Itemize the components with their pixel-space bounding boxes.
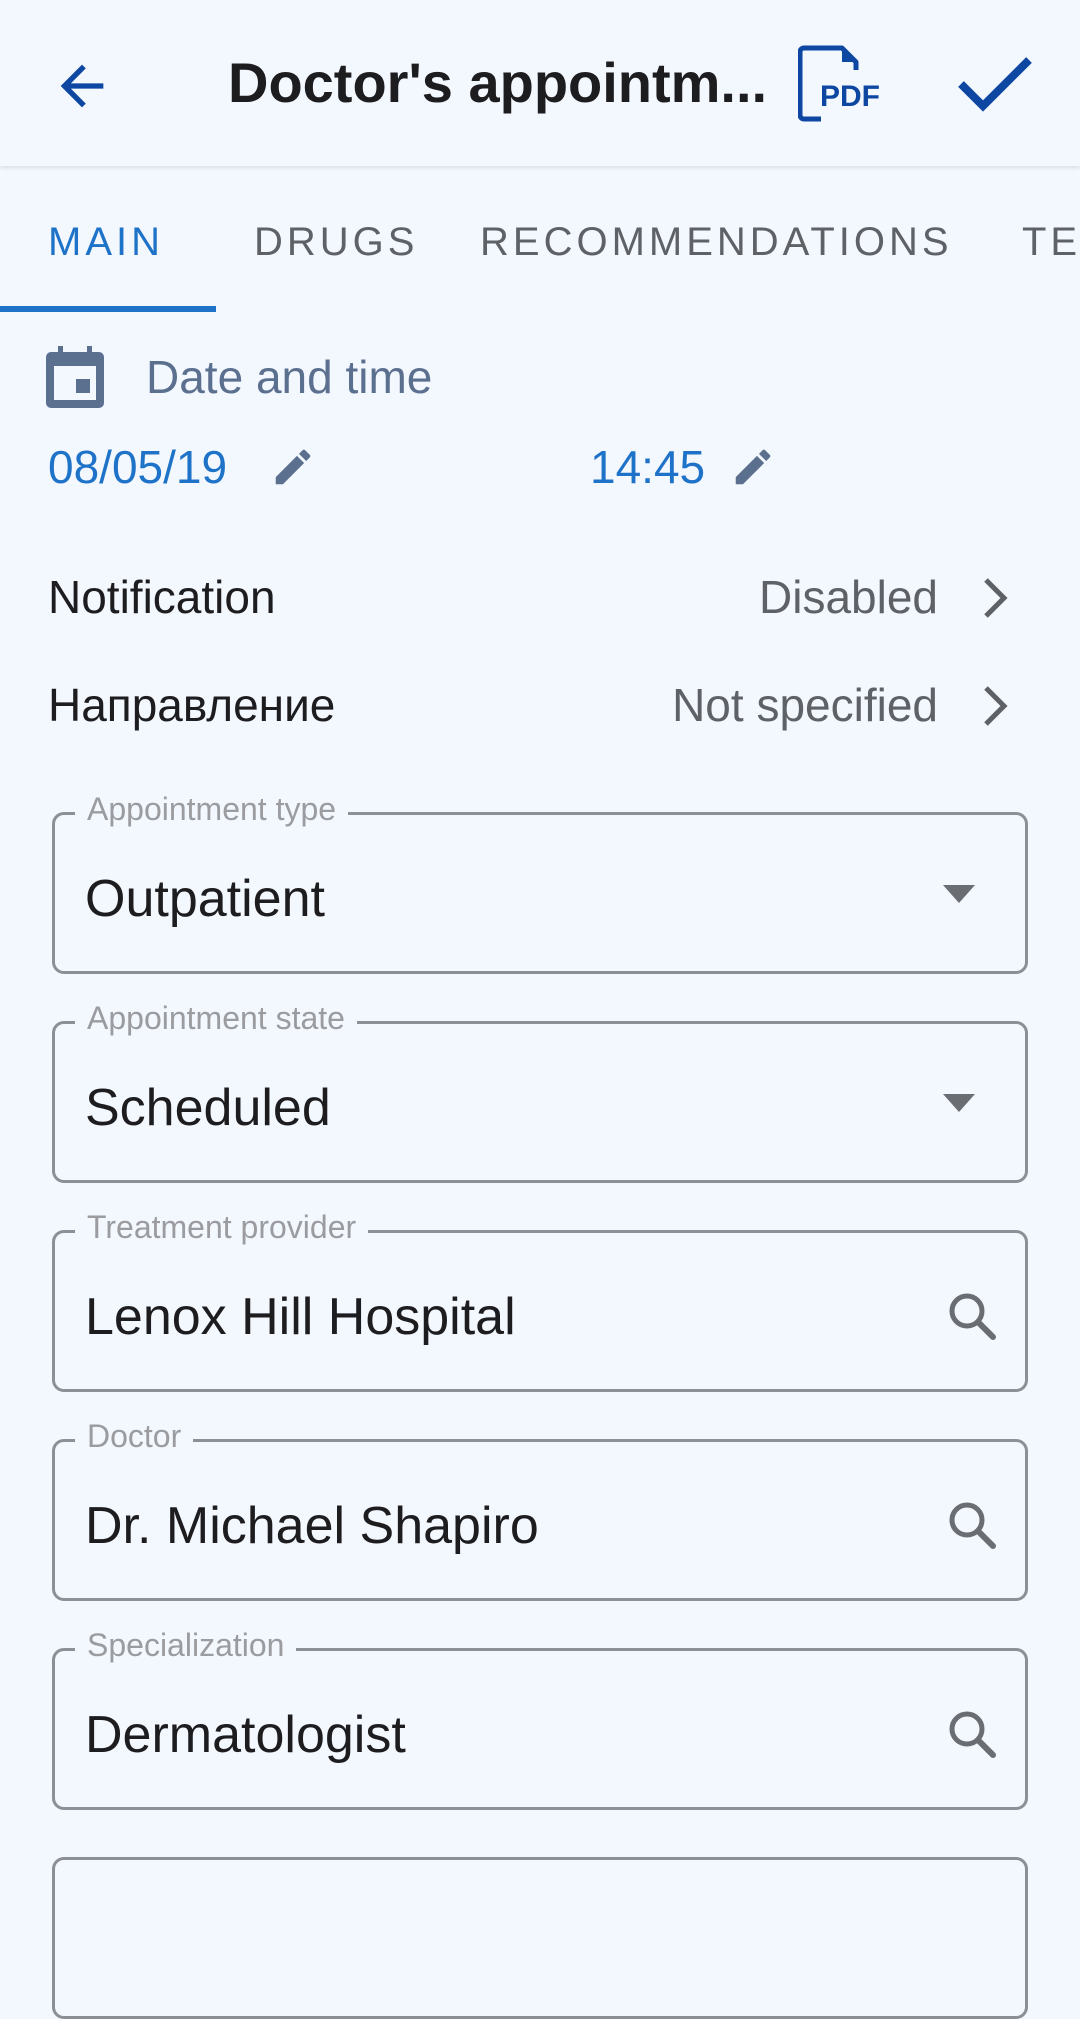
notification-row[interactable]: Notification Disabled	[0, 552, 1080, 642]
tab-recommendations[interactable]: RECOMMENDATIONS	[480, 220, 953, 265]
dropdown-arrow-icon	[943, 1094, 975, 1112]
check-icon	[958, 57, 1032, 112]
export-pdf-button[interactable]: PDF	[797, 44, 882, 124]
referral-label: Направление	[48, 679, 336, 731]
search-icon[interactable]	[947, 1291, 997, 1341]
back-button[interactable]	[50, 54, 114, 118]
treatment-provider-field[interactable]: Treatment provider Lenox Hill Hospital	[52, 1209, 1028, 1392]
page-title: Doctor's appointm...	[228, 51, 768, 114]
pencil-icon[interactable]	[270, 444, 316, 490]
referral-value: Not specified	[672, 679, 938, 731]
pdf-file-icon: PDF	[797, 45, 880, 122]
chevron-right-icon	[984, 686, 1008, 726]
notification-value: Disabled	[759, 571, 938, 623]
specialization-value: Dermatologist	[85, 1706, 406, 1764]
appointment-type-label: Appointment type	[75, 791, 349, 828]
datetime-label: Date and time	[146, 351, 433, 403]
app-bar: Doctor's appointm... PDF	[0, 0, 1080, 166]
date-value[interactable]: 08/05/19	[48, 440, 227, 494]
notification-label: Notification	[48, 571, 276, 623]
tab-drugs[interactable]: DRUGS	[254, 220, 418, 265]
calendar-icon	[46, 346, 104, 408]
search-icon[interactable]	[947, 1709, 997, 1759]
appointment-state-value: Scheduled	[85, 1079, 331, 1137]
tab-bar: MAIN DRUGS RECOMMENDATIONS TE	[0, 170, 1080, 312]
doctor-value: Dr. Michael Shapiro	[85, 1497, 539, 1555]
appointment-state-select[interactable]: Appointment state Scheduled	[52, 1000, 1028, 1183]
arrow-left-icon	[60, 64, 104, 108]
treatment-provider-value: Lenox Hill Hospital	[85, 1288, 516, 1346]
specialization-label: Specialization	[75, 1627, 297, 1664]
search-icon[interactable]	[947, 1500, 997, 1550]
appointment-type-select[interactable]: Appointment type Outpatient	[52, 791, 1028, 974]
doctor-field[interactable]: Doctor Dr. Michael Shapiro	[52, 1418, 1028, 1601]
save-button[interactable]	[955, 52, 1035, 122]
chevron-right-icon	[984, 578, 1008, 618]
specialization-field[interactable]: Specialization Dermatologist	[52, 1627, 1028, 1810]
tab-main[interactable]: MAIN	[48, 220, 164, 265]
dropdown-arrow-icon	[943, 885, 975, 903]
next-field-partial[interactable]	[52, 1857, 1028, 2019]
svg-text:PDF: PDF	[820, 80, 880, 113]
doctor-label: Doctor	[75, 1418, 194, 1455]
appointment-state-label: Appointment state	[75, 1000, 357, 1037]
time-value[interactable]: 14:45	[590, 440, 705, 494]
pencil-icon[interactable]	[730, 444, 776, 490]
appointment-type-value: Outpatient	[85, 870, 325, 928]
referral-row[interactable]: Направление Not specified	[0, 660, 1080, 750]
treatment-provider-label: Treatment provider	[75, 1209, 369, 1246]
active-tab-indicator	[0, 306, 216, 312]
tab-te[interactable]: TE	[1022, 220, 1080, 265]
